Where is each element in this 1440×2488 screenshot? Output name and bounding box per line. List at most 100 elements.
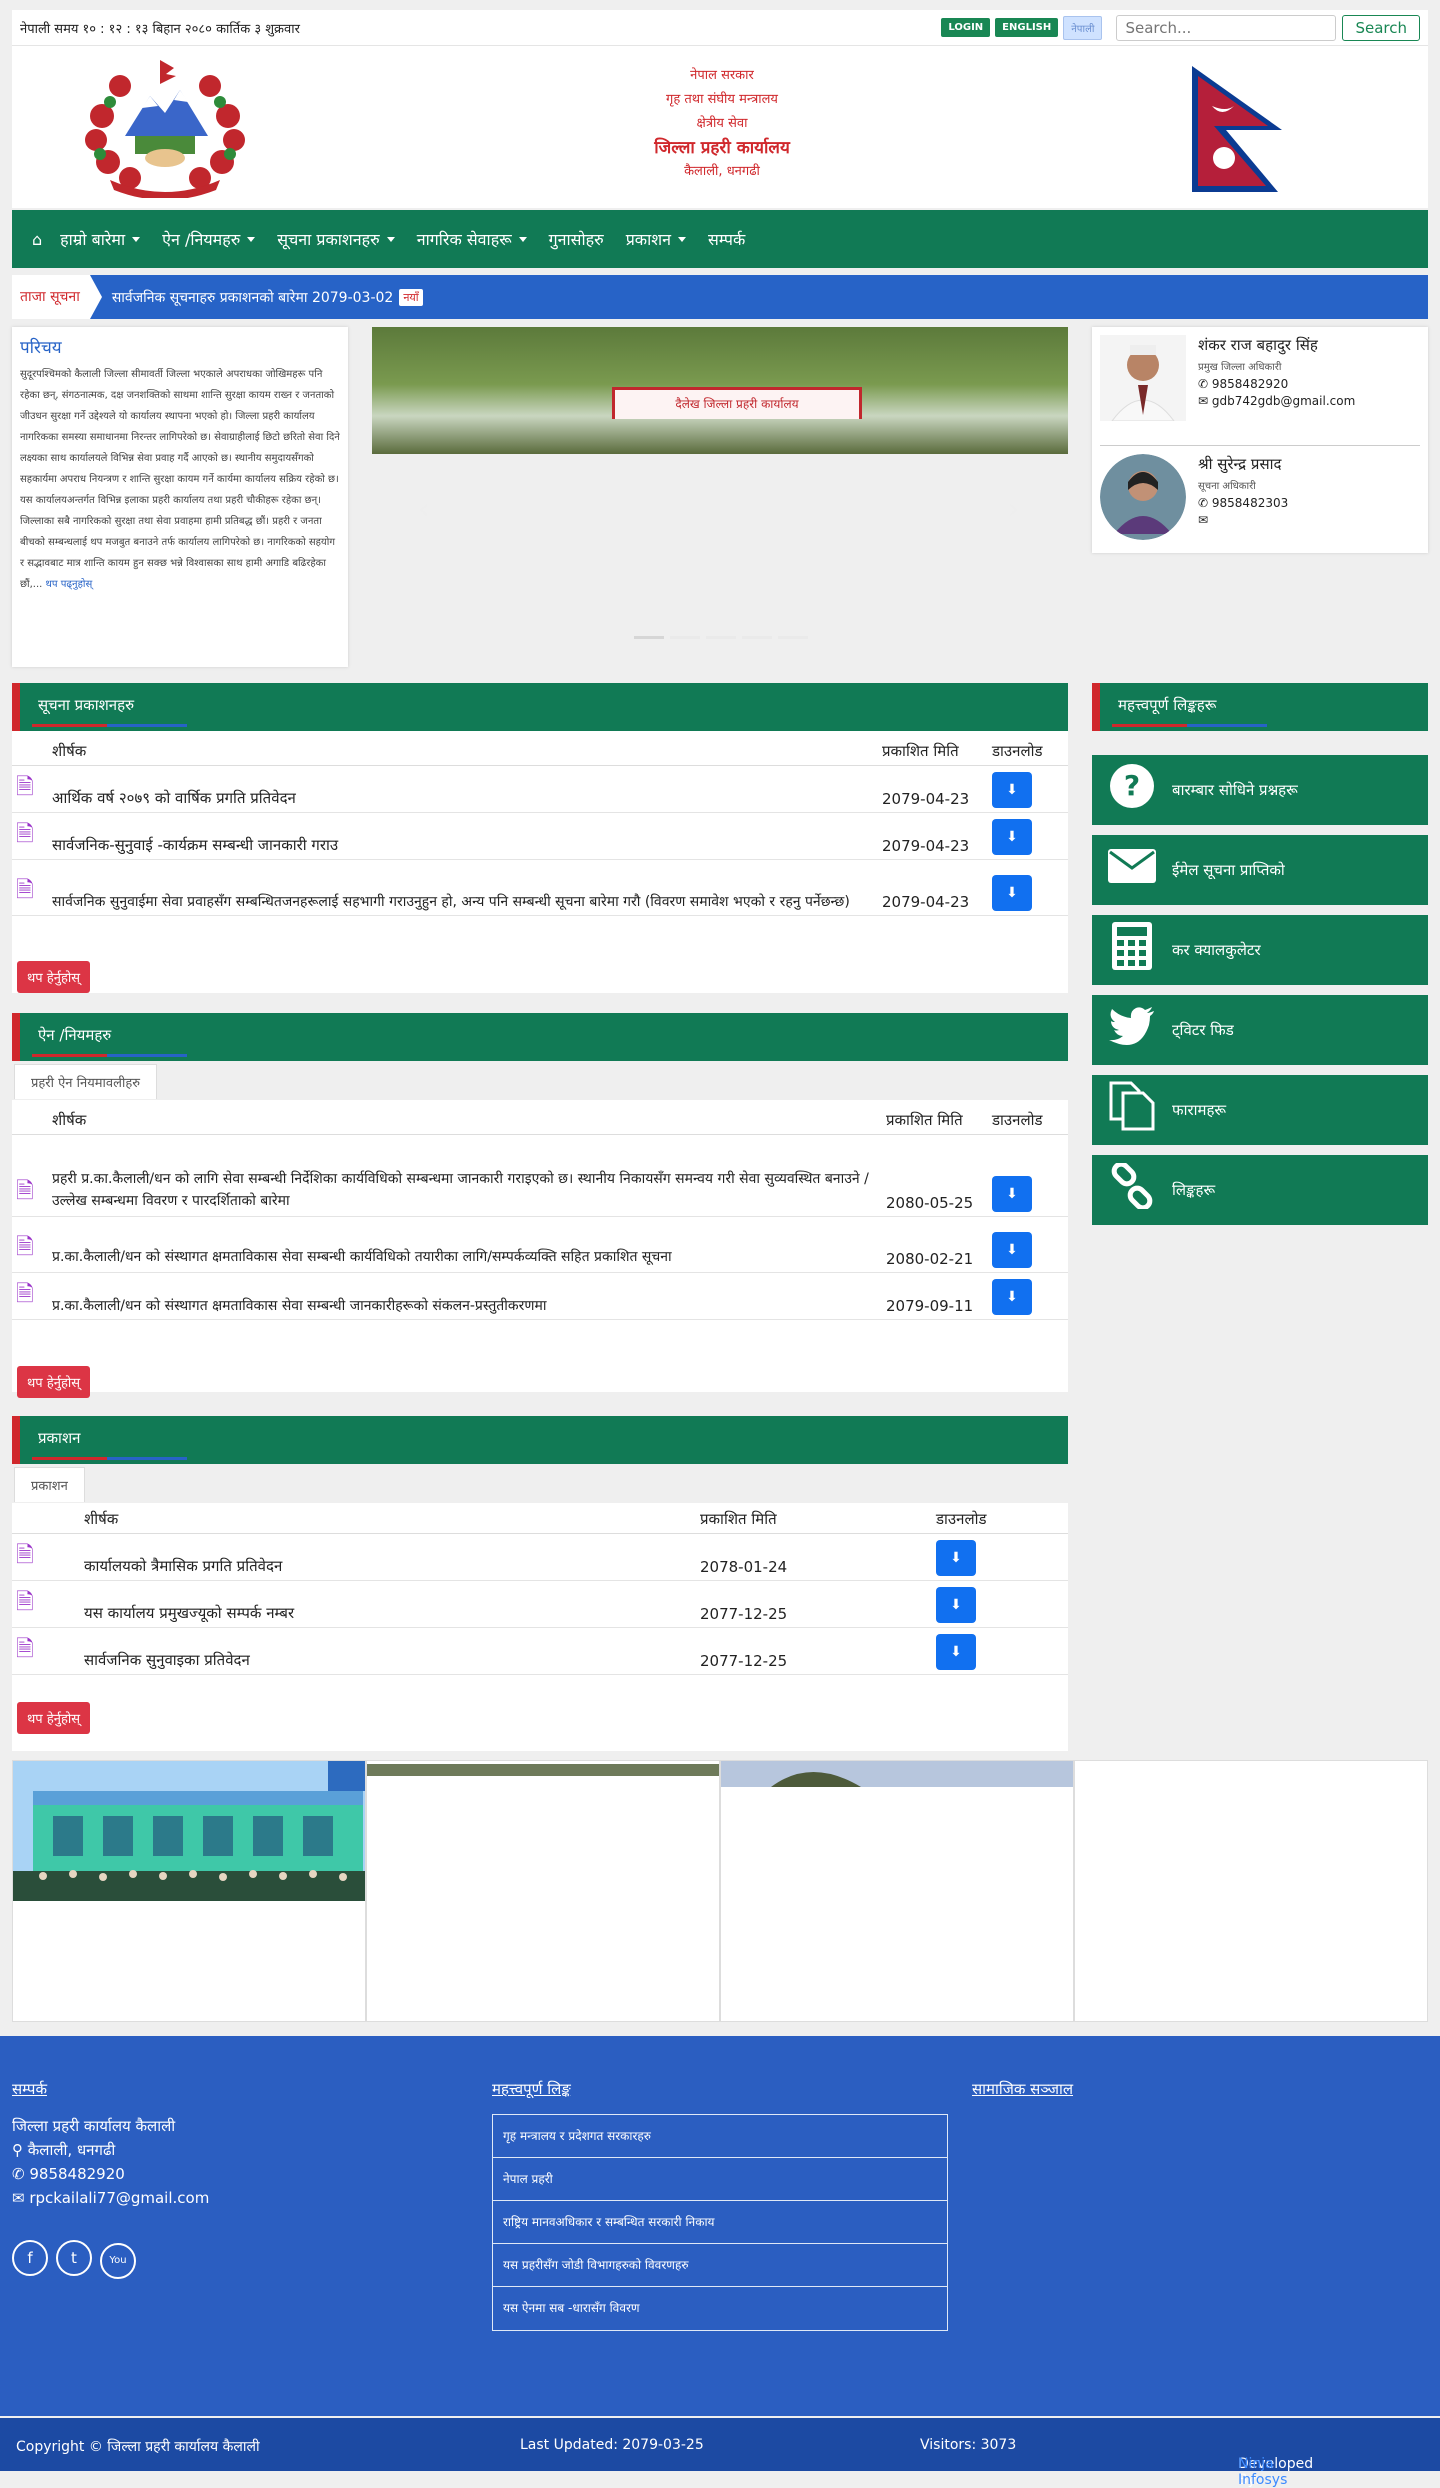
slider-dot[interactable]: [634, 636, 664, 639]
download-button[interactable]: ⬇: [992, 875, 1032, 911]
phone-icon: ✆: [1198, 496, 1209, 510]
tab-publications[interactable]: प्रकाशन: [14, 1467, 85, 1502]
slider-indicators: [634, 636, 814, 639]
download-button[interactable]: ⬇: [992, 772, 1032, 808]
slide-banner: दैलेख जिल्ला प्रहरी कार्यालय: [612, 387, 862, 419]
nav-about[interactable]: हाम्रो बारेमा: [60, 228, 141, 250]
footer-contact: जिल्ला प्रहरी कार्यालय कैलाली ⚲ कैलाली, …: [12, 2114, 209, 2279]
quick-link-email[interactable]: ईमेल सूचना प्राप्तिको: [1092, 835, 1428, 905]
download-button[interactable]: ⬇: [992, 1176, 1032, 1212]
office-location: कैलाली, धनगढी: [684, 164, 760, 179]
gallery-item[interactable]: [720, 1760, 1074, 2022]
nav-notices[interactable]: सूचना प्रकाशनहरु: [277, 228, 395, 250]
slider-dot[interactable]: [742, 636, 772, 639]
caret-down-icon: [247, 236, 256, 242]
download-button[interactable]: ⬇: [936, 1634, 976, 1670]
footer-link[interactable]: यस ऐनमा सब -धारासँग विवरण: [493, 2287, 947, 2330]
nav-contact[interactable]: सम्पर्क: [708, 228, 745, 250]
youtube-icon[interactable]: You: [100, 2243, 136, 2279]
footer-link[interactable]: नेपाल प्रहरी: [493, 2158, 947, 2201]
staff-email-value[interactable]: gdb742gdb@gmail.com: [1212, 394, 1355, 408]
mail-icon: ✉: [1198, 394, 1209, 408]
gallery-item[interactable]: [1074, 1760, 1428, 2022]
nav-services[interactable]: नागरिक सेवाहरू: [417, 228, 527, 250]
footer-link[interactable]: राष्ट्रिय मानवअधिकार र सम्बन्धित सरकारी …: [493, 2201, 947, 2244]
document-icon: 🗎: [12, 1627, 80, 1675]
nav-acts[interactable]: ऐन /नियमहरु: [162, 228, 256, 250]
quick-link-forms[interactable]: फारामहरू: [1092, 1075, 1428, 1145]
footer-email-value[interactable]: rpckailali77@gmail.com: [29, 2189, 209, 2207]
row-title[interactable]: कार्यालयको त्रैमासिक प्रगति प्रतिवेदन: [80, 1533, 696, 1581]
staff-email: ✉ gdb742gdb@gmail.com: [1198, 394, 1355, 408]
office-title-block: नेपाल सरकार गृह तथा संघीय मन्त्रालय क्षे…: [512, 64, 932, 184]
question-icon: ?: [1092, 763, 1172, 818]
row-title[interactable]: सार्वजनिक सुनुवाईमा सेवा प्रवाहसँग सम्बन…: [48, 859, 878, 916]
download-button[interactable]: ⬇: [992, 819, 1032, 855]
row-title[interactable]: सार्वजनिक सुनुवाइका प्रतिवेदन: [80, 1627, 696, 1675]
quick-link-links[interactable]: लिङ्कहरू: [1092, 1155, 1428, 1225]
publications-more-button[interactable]: थप हेर्नुहोस्: [17, 1702, 90, 1734]
nav-grievance[interactable]: गुनासोहरु: [549, 228, 604, 250]
slider-dot[interactable]: [670, 636, 700, 639]
download-button[interactable]: ⬇: [936, 1587, 976, 1623]
main-nav: ⌂ हाम्रो बारेमा ऐन /नियमहरु सूचना प्रकाश…: [12, 210, 1428, 268]
slider-prev-icon[interactable]: ‹: [418, 492, 429, 525]
ticker-item[interactable]: सार्वजनिक सूचनाहरु प्रकाशनको बारेमा 2079…: [112, 288, 393, 307]
footer-link[interactable]: यस प्रहरीसँग जोडी विभागहरुको विवरणहरु: [493, 2244, 947, 2287]
slider-dot[interactable]: [706, 636, 736, 639]
english-button[interactable]: ENGLISH: [995, 18, 1059, 37]
slider-next-icon[interactable]: ›: [1008, 492, 1019, 525]
office-line-3: क्षेत्रीय सेवा: [696, 116, 748, 131]
row-title[interactable]: सार्वजनिक-सुनुवाई -कार्यक्रम सम्बन्धी जा…: [48, 812, 878, 860]
row-title[interactable]: प्रहरी प्र.का.कैलाली/धन को लागि सेवा सम्…: [48, 1134, 882, 1217]
nepali-button[interactable]: नेपाली: [1063, 15, 1103, 40]
col-date: प्रकाशित मिति: [878, 737, 988, 766]
read-more-link[interactable]: थप पढ्नुहोस्: [46, 579, 93, 590]
row-title[interactable]: आर्थिक वर्ष २०७९ को वार्षिक प्रगति प्रति…: [48, 765, 878, 813]
slider-dot[interactable]: [778, 636, 808, 639]
facebook-icon[interactable]: f: [12, 2240, 48, 2276]
tab-acts[interactable]: प्रहरी ऐन नियमावलीहरु: [14, 1064, 158, 1099]
home-icon[interactable]: ⌂: [32, 230, 42, 249]
row-title[interactable]: यस कार्यालय प्रमुखज्यूको सम्पर्क नम्बर: [80, 1580, 696, 1628]
caret-down-icon: [518, 236, 527, 242]
gallery-item[interactable]: [12, 1760, 366, 2022]
gallery-image: [367, 1764, 719, 1776]
download-button[interactable]: ⬇: [936, 1540, 976, 1576]
notices-panel: शीर्षक प्रकाशित मिति डाउनलोड 🗎 आर्थिक वर्ष …: [12, 731, 1068, 993]
acts-header: ऐन /नियमहरु: [12, 1013, 1068, 1061]
document-icon: 🗎: [12, 1134, 48, 1217]
office-line-2: गृह तथा संघीय मन्त्रालय: [666, 92, 778, 107]
staff-name: श्री सुरेन्द्र प्रसाद: [1198, 455, 1282, 473]
search-input[interactable]: [1116, 14, 1337, 41]
calculator-icon: [1092, 921, 1172, 979]
row-date: 2080-05-25: [882, 1134, 988, 1217]
search-button[interactable]: Search: [1342, 14, 1420, 41]
row-title[interactable]: प्र.का.कैलाली/धन को संस्थागत क्षमताविकास…: [48, 1272, 882, 1320]
quick-link-calculator[interactable]: कर क्यालकुलेटर: [1092, 915, 1428, 985]
table-header-row: शीर्षक प्रकाशित मिति डाउनलोड: [12, 1505, 1068, 1534]
footer-social-title: सामाजिक सञ्जाल: [972, 2080, 1074, 2098]
footer-phone: ✆ 9858482920: [12, 2162, 209, 2186]
notices-more-button[interactable]: थप हेर्नुहोस्: [17, 961, 90, 993]
login-button[interactable]: LOGIN: [941, 18, 991, 37]
acts-more-button[interactable]: थप हेर्नुहोस्: [17, 1366, 90, 1398]
row-date: 2077-12-25: [696, 1580, 932, 1628]
row-title[interactable]: प्र.का.कैलाली/धन को संस्थागत क्षमताविकास…: [48, 1216, 882, 1273]
footer-link[interactable]: गृह मन्त्रालय र प्रदेशगत सरकारहरु: [493, 2115, 947, 2158]
quick-link-label: बारम्बार सोधिने प्रश्नहरू: [1172, 781, 1298, 799]
developer-link[interactable]: Ninja Infosys: [1238, 2456, 1287, 2488]
slide-image: दैलेख जिल्ला प्रहरी कार्यालय: [372, 327, 1068, 454]
document-icon: 🗎: [12, 765, 48, 813]
col-download: डाउनलोड: [988, 737, 1068, 766]
gallery-item[interactable]: [366, 1760, 720, 2022]
twitter-icon[interactable]: t: [56, 2240, 92, 2276]
quick-link-faq[interactable]: ? बारम्बार सोधिने प्रश्नहरू: [1092, 755, 1428, 825]
row-date: 2078-01-24: [696, 1533, 932, 1581]
nav-publications[interactable]: प्रकाशन: [626, 228, 686, 250]
image-slider: दैलेख जिल्ला प्रहरी कार्यालय ‹ ›: [372, 327, 1068, 647]
download-button[interactable]: ⬇: [992, 1279, 1032, 1315]
download-button[interactable]: ⬇: [992, 1232, 1032, 1268]
avatar: [1100, 454, 1186, 540]
quick-link-twitter[interactable]: ट्विटर फिड: [1092, 995, 1428, 1065]
